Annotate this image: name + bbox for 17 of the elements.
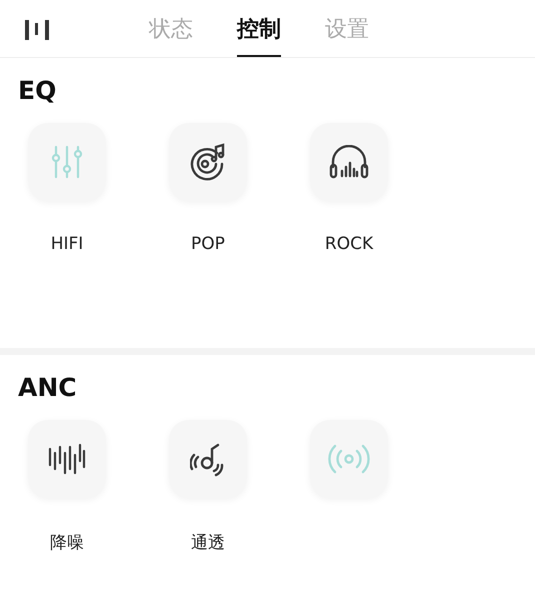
mode-label: HIFI: [50, 234, 84, 254]
broadcast-icon: [328, 443, 370, 475]
equalizer-icon: [49, 144, 85, 180]
tab[interactable]: 设置: [325, 0, 369, 57]
section-title: EQ: [18, 76, 58, 105]
mode-label: 降噪: [50, 532, 84, 554]
vinyl-record-icon: [189, 143, 227, 181]
headphones-icon: [329, 145, 369, 179]
mode-label: ROCK: [324, 234, 374, 254]
mode-label: POP: [191, 234, 225, 254]
section-title: ANC: [18, 373, 78, 402]
music-note-waves-icon: [190, 441, 226, 477]
sound-wave-icon: [48, 443, 86, 475]
bars-icon[interactable]: [25, 18, 49, 40]
tab[interactable]: 控制: [237, 0, 281, 57]
mode-label: 通透: [191, 532, 225, 554]
tab[interactable]: 状态: [149, 0, 193, 57]
